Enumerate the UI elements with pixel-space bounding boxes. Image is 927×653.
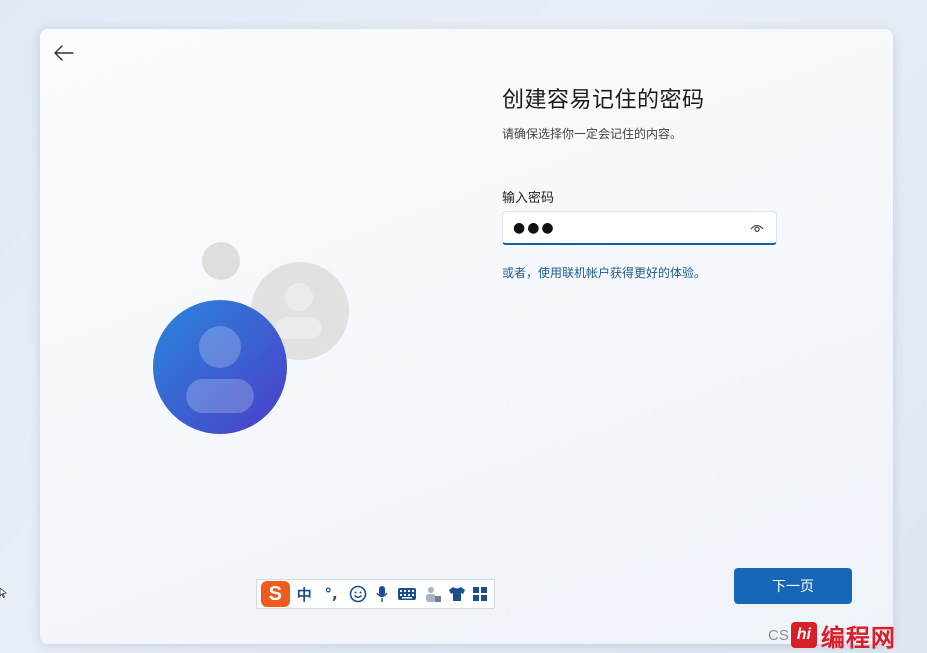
reveal-password-button[interactable]: [748, 219, 766, 237]
account-illustration: [153, 242, 349, 434]
watermark-logo-icon: hi: [790, 622, 817, 648]
watermark-cs-text: CS: [768, 626, 789, 644]
password-label: 输入密码: [502, 191, 555, 206]
page-title: 创建容易记住的密码: [502, 88, 705, 113]
next-button[interactable]: 下一页: [734, 568, 852, 604]
oobe-window: 创建容易记住的密码 请确保选择你一定会记住的内容。 输入密码 ●●● 或者，使用…: [40, 29, 893, 644]
ime-mode-button[interactable]: 中: [294, 583, 315, 605]
microphone-icon[interactable]: [373, 583, 392, 605]
user-avatar-main-icon: [153, 300, 287, 434]
password-field[interactable]: ●●●: [502, 211, 777, 245]
skin-shirt-icon[interactable]: [448, 583, 467, 605]
password-input[interactable]: ●●●: [513, 220, 748, 236]
keyboard-icon[interactable]: [396, 583, 419, 605]
emoji-icon[interactable]: [348, 583, 369, 605]
mouse-cursor-icon: [0, 588, 7, 598]
watermark: CS hi 编程网: [768, 617, 927, 653]
ime-logo-icon[interactable]: S: [261, 581, 290, 607]
user-tools-icon[interactable]: [423, 583, 444, 605]
eye-icon: [750, 224, 764, 232]
page-subtitle: 请确保选择你一定会记住的内容。: [502, 127, 683, 141]
online-account-link[interactable]: 或者，使用联机帐户获得更好的体验。: [502, 264, 706, 281]
apps-grid-icon[interactable]: [471, 583, 490, 605]
ime-toolbar: S 中 °,: [256, 579, 495, 609]
watermark-brand: 编程网: [820, 623, 896, 652]
ime-punctuation-button[interactable]: °,: [319, 583, 344, 605]
small-bubble: [202, 242, 240, 280]
